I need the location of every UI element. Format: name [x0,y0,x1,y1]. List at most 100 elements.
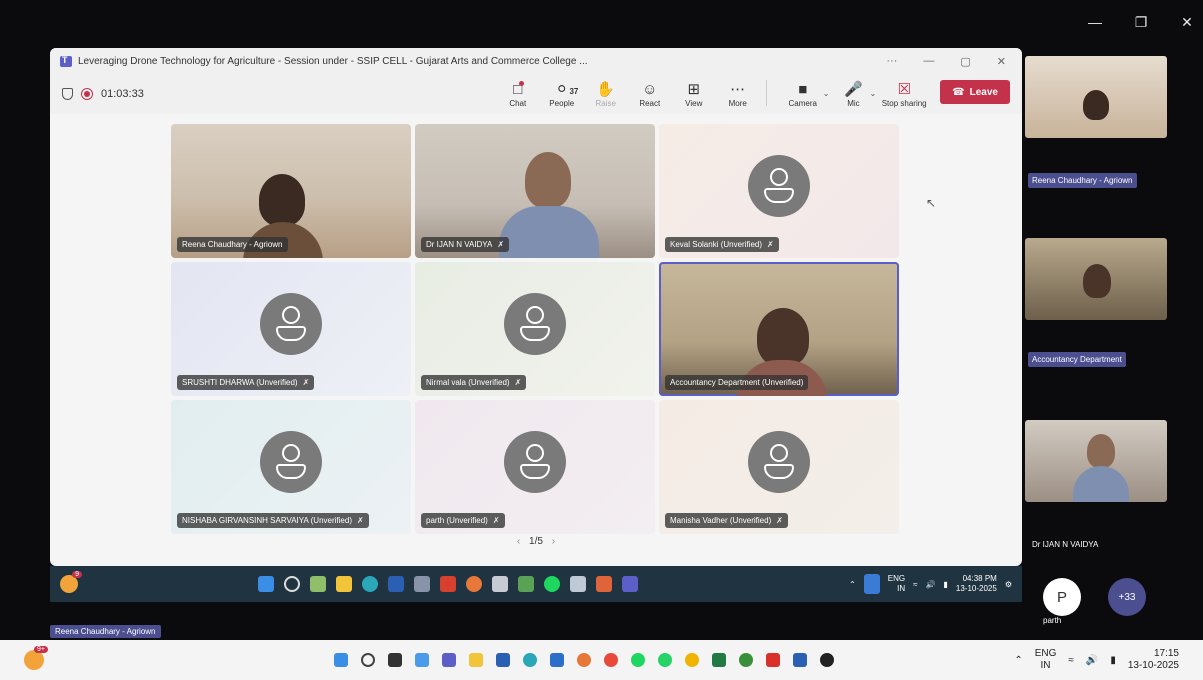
meeting-toolbar: 01:03:33 □ Chat ⚪ 37 People ✋ Raise ☺ Rea… [50,74,1022,114]
view-button[interactable]: ⊞ View [672,81,716,108]
notification-icon[interactable]: 9 [60,571,82,593]
participant-tile[interactable]: Reena Chaudhary - Agriown [171,124,411,258]
windows-start-icon[interactable] [334,653,348,667]
app-icon[interactable] [570,576,586,592]
outer-restore-button[interactable]: ❐ [1133,14,1149,31]
more-options-button[interactable]: ··· [886,55,897,68]
chevron-up-icon[interactable]: ⌃ [1014,655,1022,666]
mic-icon: 🎤 [844,81,863,98]
word-icon[interactable] [793,653,807,667]
participant-tile[interactable]: Keval Solanki (Unverified) ✗ [659,124,899,258]
react-button[interactable]: ☺ React [628,81,672,108]
raise-hand-button[interactable]: ✋ Raise [584,81,628,108]
teams-icon[interactable] [622,576,638,592]
participant-tile[interactable]: Manisha Vadher (Unverified) ✗ [659,400,899,534]
outer-minimize-button[interactable]: — [1087,14,1103,31]
leave-button[interactable]: ☎ Leave [940,80,1010,104]
more-button[interactable]: ⋯ More [716,81,760,108]
camera-options-chevron-icon[interactable]: ⌄ [823,89,830,98]
side-video-tile[interactable] [1025,420,1167,502]
notification-icon[interactable]: 9+ [24,646,48,670]
chrome-icon[interactable] [739,653,753,667]
file-explorer-icon[interactable] [336,576,352,592]
volume-icon[interactable]: 🔊 [926,580,936,589]
app-icon[interactable] [414,576,430,592]
excel-icon[interactable] [712,653,726,667]
avatar-name: parth [1043,616,1062,625]
language-indicator[interactable]: ENG IN [1035,648,1057,672]
volume-icon[interactable]: 🔊 [1086,655,1098,666]
outer-close-button[interactable]: ✕ [1179,14,1195,31]
next-page-button[interactable]: › [552,536,555,547]
battery-icon[interactable]: ▮ [944,580,948,589]
minimize-button[interactable]: — [923,55,934,68]
word-icon[interactable] [388,576,404,592]
search-icon[interactable] [284,576,300,592]
wifi-icon[interactable]: ≈ [913,580,917,589]
participant-video [259,174,305,226]
close-button[interactable]: ✕ [997,55,1006,68]
mic-off-icon: ✗ [767,240,774,249]
system-tray: ⌃ ENG IN ≈ 🔊 ▮ 04:38 PM 13-10-2025 ⚙ [849,574,1012,594]
participant-tile-active-speaker[interactable]: Accountancy Department (Unverified) [659,262,899,396]
mic-options-chevron-icon[interactable]: ⌄ [869,89,876,98]
clock[interactable]: 04:38 PM 13-10-2025 [956,574,997,594]
grid-icon: ⊞ [687,81,701,98]
edge-icon[interactable] [362,576,378,592]
app-icon[interactable] [492,576,508,592]
language-indicator[interactable]: ENG IN [888,574,905,594]
app-icon[interactable] [820,653,834,667]
participant-tile[interactable]: SRUSHTI DHARWA (Unverified) ✗ [171,262,411,396]
more-participants-button[interactable]: +33 [1108,578,1146,616]
search-icon[interactable] [361,653,375,667]
file-explorer-icon[interactable] [469,653,483,667]
notification-bell-icon[interactable]: ⚙ [1005,580,1012,589]
toolbar-divider [765,80,767,106]
app-icon[interactable] [415,653,429,667]
chrome-icon[interactable] [685,653,699,667]
mic-off-icon: ✗ [356,516,364,525]
app-icon[interactable] [440,576,456,592]
wifi-icon[interactable]: ≈ [1068,655,1074,666]
participant-tile[interactable]: parth (Unverified) ✗ [415,400,655,534]
clock[interactable]: 17:15 13-10-2025 [1128,648,1179,672]
side-video-tile[interactable] [1025,56,1167,138]
side-video-tile[interactable] [1025,238,1167,320]
maximize-button[interactable]: ▢ [960,55,970,68]
spotify-icon[interactable] [631,653,645,667]
battery-icon[interactable]: ▮ [1110,655,1116,666]
app-icon[interactable] [518,576,534,592]
app-icon[interactable] [496,653,510,667]
camera-button[interactable]: ■ Camera [777,81,829,108]
page-indicator: 1/5 [529,536,543,547]
powerpoint-icon[interactable] [596,576,612,592]
participant-tile[interactable]: Nirmal vala (Unverified) ✗ [415,262,655,396]
app-icon[interactable] [310,576,326,592]
avatar[interactable]: P [1043,578,1081,616]
windows-start-icon[interactable] [258,576,274,592]
prev-page-button[interactable]: ‹ [517,536,520,547]
stop-sharing-button[interactable]: ☒ Stop sharing [878,81,930,108]
participant-tile[interactable]: NISHABA GIRVANSINH SARVAIYA (Unverified)… [171,400,411,534]
spotify-icon[interactable] [544,576,560,592]
chat-button[interactable]: □ Chat [496,81,540,108]
acrobat-icon[interactable] [766,653,780,667]
mail-icon[interactable] [550,653,564,667]
mic-icon[interactable] [863,574,880,594]
stop-share-icon: ☒ [897,81,911,98]
mic-off-icon: ✗ [302,378,310,387]
firefox-icon[interactable] [466,576,482,592]
chrome-icon[interactable] [604,653,618,667]
edge-icon[interactable] [523,653,537,667]
teams-meeting-window: Leveraging Drone Technology for Agricult… [50,48,1022,566]
people-icon: ⚪ 37 [555,81,578,99]
participant-name-tag: parth (Unverified) ✗ [421,513,505,528]
firefox-icon[interactable] [577,653,591,667]
teams-icon[interactable] [442,653,456,667]
people-button[interactable]: ⚪ 37 People [540,81,584,108]
chevron-up-icon[interactable]: ⌃ [849,580,856,589]
whatsapp-icon[interactable] [658,653,672,667]
window-titlebar: Leveraging Drone Technology for Agricult… [50,48,1022,74]
task-view-icon[interactable] [388,653,402,667]
participant-tile[interactable]: Dr IJAN N VAIDYA ✗ [415,124,655,258]
